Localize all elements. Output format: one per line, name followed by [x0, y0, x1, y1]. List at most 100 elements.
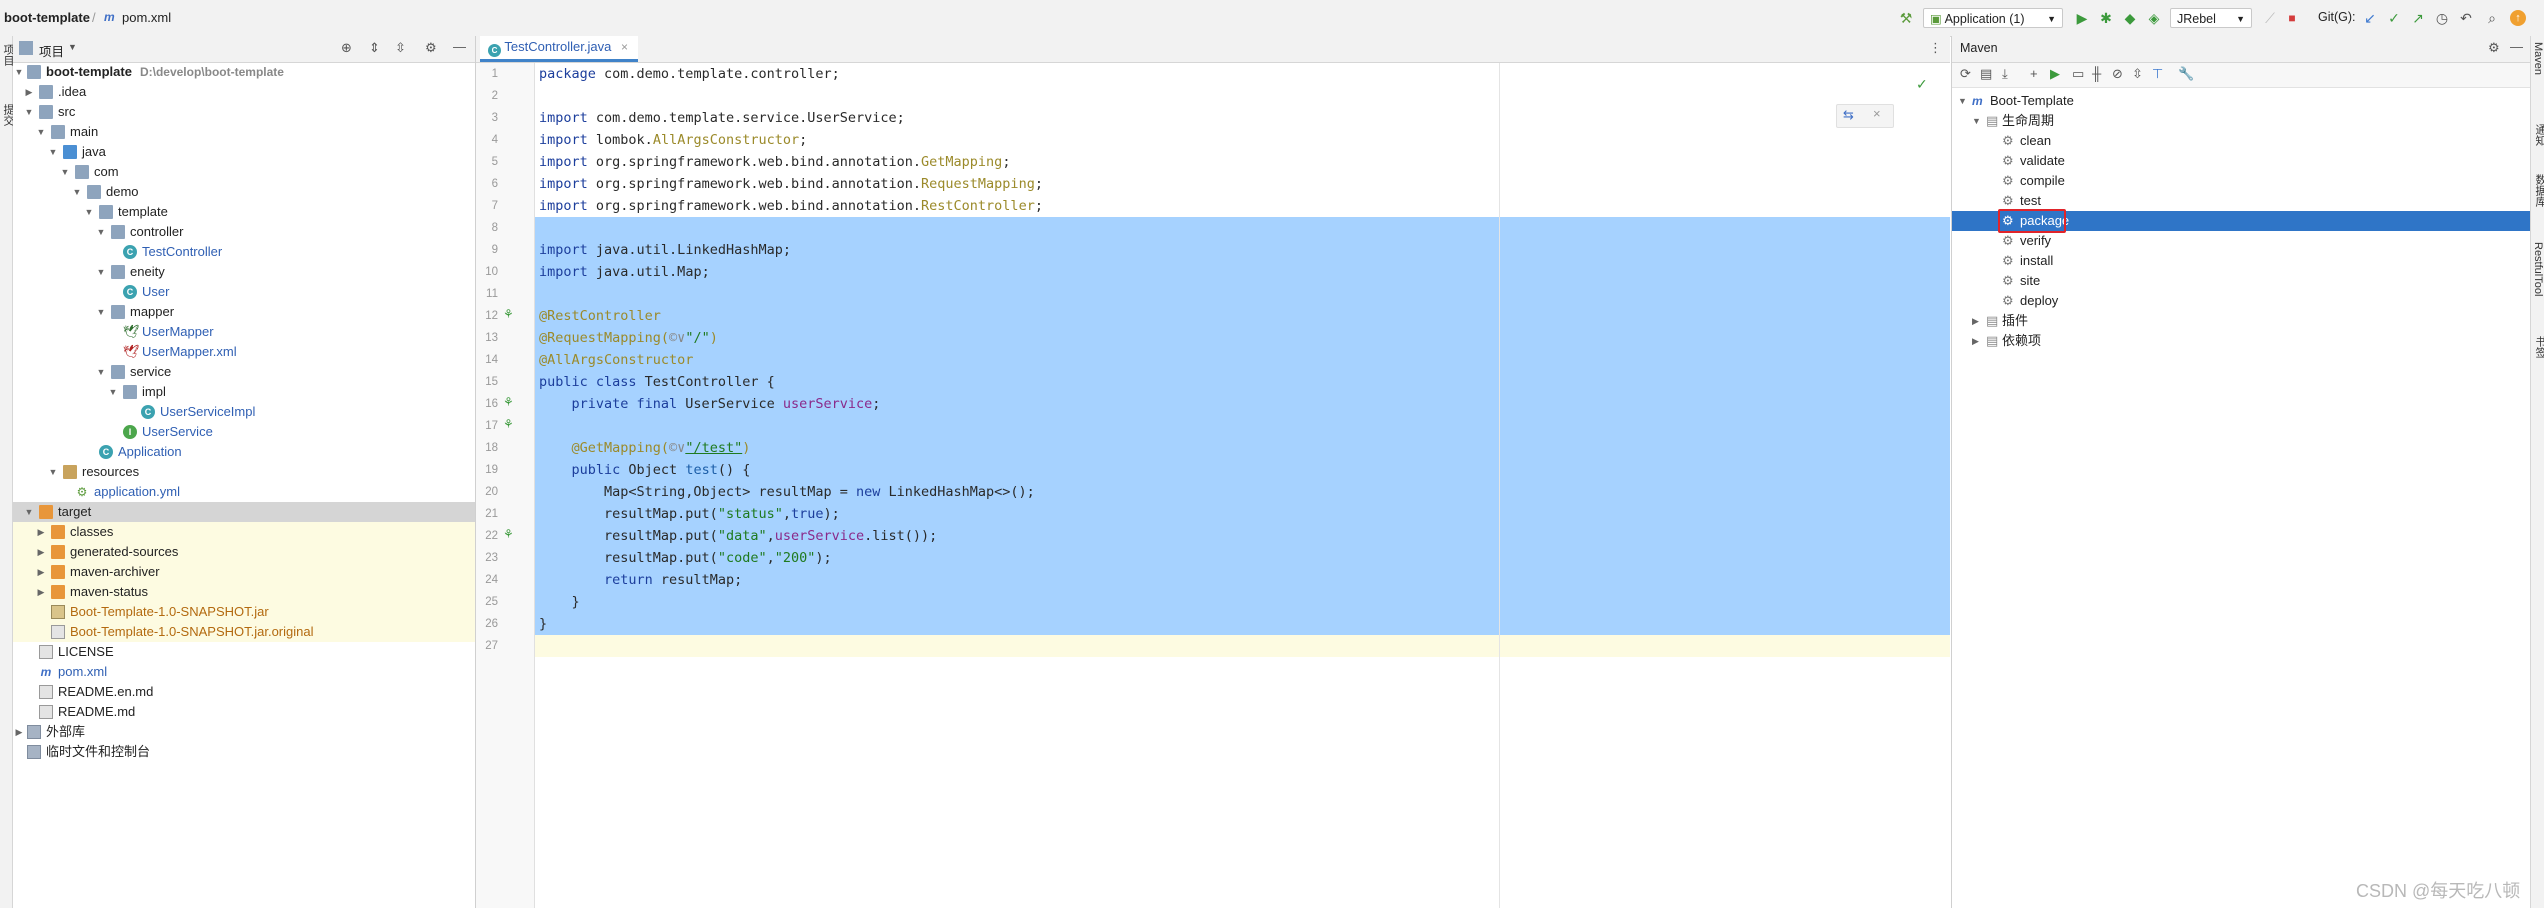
code-line-18[interactable]: @GetMapping(©∨"/test"): [539, 437, 751, 459]
close-icon[interactable]: ×: [621, 40, 628, 54]
breadcrumb-file[interactable]: pom.xml: [122, 10, 171, 25]
tree-row-application[interactable]: C Application: [13, 442, 475, 462]
chevron-right-icon[interactable]: ▶: [35, 562, 47, 582]
maven-goal-compile[interactable]: ⚙ compile: [1952, 171, 2530, 191]
tree-row-external-libraries[interactable]: ▶ 外部库: [13, 722, 475, 742]
reload-icon[interactable]: ⟳: [1960, 66, 1971, 82]
maven-project-row[interactable]: ▼ m Boot-Template: [1952, 91, 2530, 111]
maven-plugins-row[interactable]: ▶ ▤ 插件: [1952, 311, 2530, 331]
run-configuration-select[interactable]: ▣ Application (1) ▼: [1923, 8, 2063, 28]
tree-row-generated-sources[interactable]: ▶ generated-sources: [13, 542, 475, 562]
close-icon[interactable]: ×: [1873, 106, 1881, 121]
tree-row-resources[interactable]: ▼ resources: [13, 462, 475, 482]
tree-row-com[interactable]: ▼ com: [13, 162, 475, 182]
chevron-down-icon[interactable]: ▼: [47, 462, 59, 482]
tree-row-application-yml[interactable]: ⚙ application.yml: [13, 482, 475, 502]
code-line-20[interactable]: Map<String,Object> resultMap = new Linke…: [539, 481, 1035, 503]
tree-row-template[interactable]: ▼ template: [13, 202, 475, 222]
wrench-icon[interactable]: 🔧: [2178, 66, 2194, 82]
history-clock-icon[interactable]: ◷: [2434, 10, 2450, 26]
tree-row-classes[interactable]: ▶ classes: [13, 522, 475, 542]
generate-sources-icon[interactable]: ▤: [1980, 66, 1992, 82]
show-dependencies-icon[interactable]: ⊤: [2152, 66, 2163, 82]
git-commit-icon[interactable]: ✓: [2386, 10, 2402, 26]
chevron-down-icon[interactable]: ▼: [13, 62, 25, 82]
maven-goal-test[interactable]: ⚙ test: [1952, 191, 2530, 211]
code-line-13[interactable]: @RequestMapping(©∨"/"): [539, 327, 718, 349]
code-line-22[interactable]: resultMap.put("data",userService.list())…: [539, 525, 937, 547]
more-options-icon[interactable]: ⋮: [1929, 40, 1942, 56]
request-mapping-icon[interactable]: ⚘: [503, 527, 514, 541]
chevron-right-icon[interactable]: ▶: [23, 82, 35, 102]
tree-row-snapshot-jar-original[interactable]: Boot-Template-1.0-SNAPSHOT.jar.original: [13, 622, 475, 642]
code-line-3[interactable]: import com.demo.template.service.UserSer…: [539, 107, 905, 129]
tree-row-src[interactable]: ▼ src: [13, 102, 475, 122]
chevron-down-icon[interactable]: ▼: [59, 162, 71, 182]
attach-icon[interactable]: ⟋: [2262, 10, 2278, 26]
tree-row-usermapper[interactable]: 🕊 UserMapper: [13, 322, 475, 342]
code-line-6[interactable]: import org.springframework.web.bind.anno…: [539, 173, 1043, 195]
maven-goal-deploy[interactable]: ⚙ deploy: [1952, 291, 2530, 311]
chevron-down-icon[interactable]: ▼: [1972, 111, 1981, 131]
search-icon[interactable]: ⌕: [2484, 10, 2500, 26]
chevron-down-icon[interactable]: ▼: [1958, 91, 1967, 111]
tree-row-userservice[interactable]: I UserService: [13, 422, 475, 442]
maven-goal-validate[interactable]: ⚙ validate: [1952, 151, 2530, 171]
tree-row-readme[interactable]: README.md: [13, 702, 475, 722]
tree-row-eneity[interactable]: ▼ eneity: [13, 262, 475, 282]
chevron-right-icon[interactable]: ▶: [13, 722, 25, 742]
chevron-right-icon[interactable]: ▶: [35, 582, 47, 602]
chevron-down-icon[interactable]: ▼: [71, 182, 83, 202]
chevron-down-icon[interactable]: ▼: [95, 302, 107, 322]
code-line-12[interactable]: @RestController: [539, 305, 661, 327]
chevron-down-icon[interactable]: ▼: [95, 362, 107, 382]
download-icon[interactable]: ⤓: [2002, 66, 2008, 82]
code-line-21[interactable]: resultMap.put("status",true);: [539, 503, 840, 525]
tool-window-bookmarks-label[interactable]: 书签: [2532, 336, 2544, 358]
code-line-14[interactable]: @AllArgsConstructor: [539, 349, 693, 371]
tree-row-scratches[interactable]: 临时文件和控制台: [13, 742, 475, 762]
tree-row-readme-en[interactable]: README.en.md: [13, 682, 475, 702]
code-line-7[interactable]: import org.springframework.web.bind.anno…: [539, 195, 1043, 217]
expand-all-icon[interactable]: ⇕: [369, 40, 380, 56]
jrebel-run-icon[interactable]: ◆: [2122, 10, 2138, 26]
chevron-down-icon[interactable]: ▼: [95, 262, 107, 282]
code-line-5[interactable]: import org.springframework.web.bind.anno…: [539, 151, 1010, 173]
git-update-icon[interactable]: ↙: [2362, 10, 2378, 26]
debug-bug-icon[interactable]: ✱: [2098, 10, 2114, 26]
code-line-10[interactable]: import java.util.Map;: [539, 261, 710, 283]
breadcrumb-project[interactable]: boot-template: [4, 10, 90, 25]
code-line-23[interactable]: resultMap.put("code","200");: [539, 547, 832, 569]
chevron-down-icon[interactable]: ▼: [23, 502, 35, 522]
tree-row-license[interactable]: LICENSE: [13, 642, 475, 662]
no-problems-check-icon[interactable]: ✓: [1916, 76, 1928, 93]
run-icon[interactable]: ▶: [2074, 10, 2090, 26]
chevron-right-icon[interactable]: ▶: [1972, 331, 1979, 351]
tree-row-user[interactable]: C User: [13, 282, 475, 302]
maven-goal-clean[interactable]: ⚙ clean: [1952, 131, 2530, 151]
editor-tab-testcontroller[interactable]: C TestController.java ×: [480, 36, 638, 62]
tree-row-snapshot-jar[interactable]: Boot-Template-1.0-SNAPSHOT.jar: [13, 602, 475, 622]
maven-goal-install[interactable]: ⚙ install: [1952, 251, 2530, 271]
locate-target-icon[interactable]: ⊕: [341, 40, 352, 56]
chevron-right-icon[interactable]: ▶: [35, 542, 47, 562]
code-line-9[interactable]: import java.util.LinkedHashMap;: [539, 239, 791, 261]
execute-goal-icon[interactable]: ▭: [2072, 66, 2084, 82]
chevron-right-icon[interactable]: ▶: [35, 522, 47, 542]
chevron-right-icon[interactable]: ▶: [1972, 311, 1979, 331]
tool-window-notifications-label[interactable]: 通知: [2532, 124, 2544, 146]
tree-row-maven-archiver[interactable]: ▶ maven-archiver: [13, 562, 475, 582]
tree-row-service[interactable]: ▼ service: [13, 362, 475, 382]
minimize-icon[interactable]: —: [2510, 39, 2523, 54]
tree-row-pom[interactable]: m pom.xml: [13, 662, 475, 682]
collapse-all-icon[interactable]: ⇳: [2132, 66, 2143, 82]
maven-dependencies-row[interactable]: ▶ ▤ 依赖项: [1952, 331, 2530, 351]
tree-row-demo[interactable]: ▼ demo: [13, 182, 475, 202]
project-panel-title[interactable]: 项目: [39, 41, 64, 60]
translate-icon[interactable]: ⇆: [1843, 107, 1854, 123]
add-icon[interactable]: +: [2030, 66, 2038, 81]
chevron-down-icon[interactable]: ▼: [95, 222, 107, 242]
spring-bean-icon[interactable]: ⚘: [503, 307, 514, 321]
tree-row-java[interactable]: ▼ java: [13, 142, 475, 162]
tool-window-restfultool-label[interactable]: RestfulTool: [2532, 242, 2544, 296]
